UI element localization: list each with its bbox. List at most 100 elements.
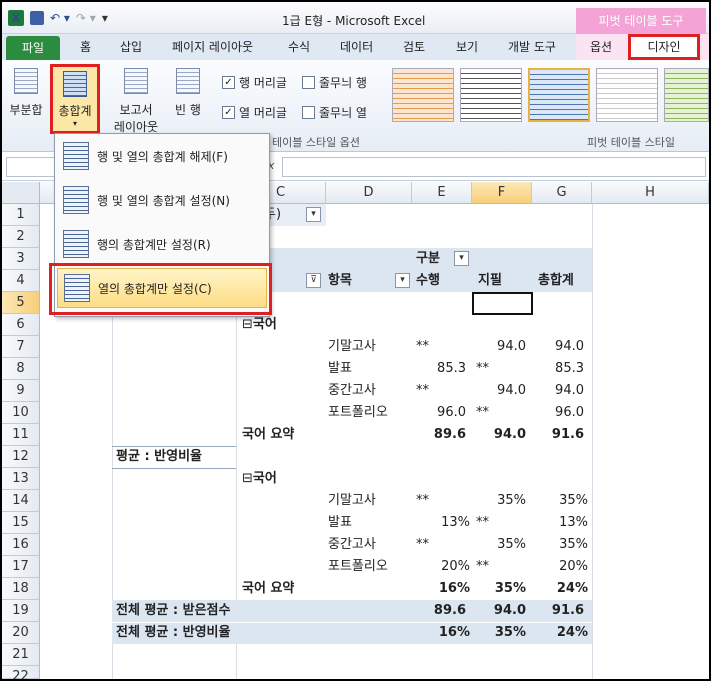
ribbon-tabs: 파일 홈 삽입 페이지 레이아웃 수식 데이터 검토 보기 개발 도구 옵션 디… [2, 34, 709, 60]
row-header[interactable]: 17 [2, 556, 40, 578]
gridline [592, 204, 593, 679]
column-header-h[interactable]: H [592, 182, 709, 204]
grid-icon [63, 142, 89, 170]
style-swatch-blue-selected[interactable] [528, 68, 590, 122]
column-header-f[interactable]: F [472, 182, 532, 204]
report-layout-label-1: 보고서 [119, 103, 153, 117]
active-cell[interactable] [472, 292, 533, 315]
tab-developer[interactable]: 개발 도구 [508, 38, 556, 55]
formula-input[interactable] [282, 157, 706, 177]
row-header[interactable]: 1 [2, 204, 40, 226]
report-layout-button[interactable]: 보고서 레이아웃 [108, 68, 164, 135]
save-icon[interactable] [30, 11, 44, 25]
banded-rows-checkbox[interactable] [302, 76, 315, 89]
menu-item-rows-only[interactable]: 행의 총합계만 설정(R) [57, 224, 267, 264]
banded-cols-option[interactable]: 줄무늬 열 [302, 104, 367, 121]
dropdown-arrow-icon: ▾ [72, 119, 77, 128]
row-header[interactable]: 10 [2, 402, 40, 424]
filter-active-icon: ⊽ [306, 273, 321, 288]
value-cell: 94.0 [555, 383, 584, 398]
blank-rows-label: 빈 행 [175, 103, 201, 117]
menu-item-on-rows-cols[interactable]: 행 및 열의 총합계 설정(N) [57, 180, 267, 220]
blank-rows-button[interactable]: 빈 행 [168, 68, 208, 118]
grand-totals-button[interactable]: 총합계 ▾ [50, 64, 100, 134]
row-header[interactable]: 3 [2, 248, 40, 270]
grand-total-value: 94.0 [493, 603, 526, 618]
col-headers-option[interactable]: ✓ 열 머리글 [222, 104, 287, 121]
column-header-e[interactable]: E [412, 182, 472, 204]
style-swatch-gray[interactable] [460, 68, 522, 122]
row-header[interactable]: 11 [2, 424, 40, 446]
collapse-icon[interactable]: ⊟ [242, 471, 253, 486]
style-swatch-green[interactable] [664, 68, 709, 122]
style-options-group-label: 테이블 스타일 옵션 [272, 136, 360, 149]
row-header[interactable]: 2 [2, 226, 40, 248]
item-name: 발표 [328, 515, 352, 530]
banded-rows-option[interactable]: 줄무늬 행 [302, 74, 367, 91]
row-headers-option[interactable]: ✓ 행 머리글 [222, 74, 287, 91]
value-cell: 94.0 [497, 339, 526, 354]
style-swatch-orange[interactable] [392, 68, 454, 122]
gubun-filter-button[interactable]: ▾ [454, 248, 469, 270]
menu-item-off-rows-cols[interactable]: 행 및 열의 총합계 해제(F) [57, 136, 267, 176]
filter-dropdown-button[interactable]: ▾ [306, 204, 321, 226]
banded-cols-checkbox[interactable] [302, 106, 315, 119]
tab-data[interactable]: 데이터 [340, 38, 373, 55]
group-subject[interactable]: ⊟국어 [242, 468, 277, 490]
blank-rows-icon [176, 68, 200, 94]
row-field-filter-button[interactable]: ⊽ [306, 270, 321, 292]
row-header[interactable]: 18 [2, 578, 40, 600]
col-headers-checkbox[interactable]: ✓ [222, 106, 235, 119]
tab-view[interactable]: 보기 [456, 38, 478, 55]
tab-insert[interactable]: 삽입 [120, 38, 142, 55]
row-header[interactable]: 9 [2, 380, 40, 402]
tab-page-layout[interactable]: 페이지 레이아웃 [172, 38, 253, 55]
row-header[interactable]: 19 [2, 600, 40, 622]
value-cell: 35% [559, 493, 588, 508]
value-cell: ** [416, 537, 429, 552]
dropdown-arrow-icon: ▾ [454, 251, 469, 266]
col-header-suhaeng: 수행 [416, 273, 440, 288]
value-cell: ** [416, 493, 429, 508]
select-all-corner[interactable] [2, 182, 40, 204]
subtotal-icon [14, 68, 38, 94]
quick-access-toolbar: X ↶ ▾ ↷ ▾ ▾ [8, 10, 108, 26]
collapse-icon[interactable]: ⊟ [242, 317, 253, 332]
summary-value: 89.6 [433, 427, 466, 442]
row-header[interactable]: 6 [2, 314, 40, 336]
tab-formulas[interactable]: 수식 [288, 38, 310, 55]
tab-home[interactable]: 홈 [80, 38, 91, 55]
group-subject[interactable]: ⊟국어 [242, 314, 277, 336]
subtotal-button[interactable]: 부분합 [6, 68, 46, 118]
row-header[interactable]: 16 [2, 534, 40, 556]
hangmok-filter-button[interactable]: ▾ [395, 270, 410, 292]
row-header[interactable]: 20 [2, 622, 40, 644]
redo-icon[interactable]: ↷ ▾ [76, 11, 96, 25]
tab-review[interactable]: 검토 [403, 38, 425, 55]
row-header[interactable]: 21 [2, 644, 40, 666]
row-header[interactable]: 12 [2, 446, 40, 468]
value-cell: ** [476, 361, 489, 376]
group-summary-label: 국어 요약 [242, 427, 295, 442]
column-header-g[interactable]: G [532, 182, 592, 204]
tab-design[interactable]: 디자인 [628, 34, 700, 60]
pivot-styles-group-label: 피벗 테이블 스타일 [587, 136, 675, 149]
row-header[interactable]: 13 [2, 468, 40, 490]
row-header[interactable]: 22 [2, 666, 40, 679]
grid-icon [63, 186, 89, 214]
row-header[interactable]: 14 [2, 490, 40, 512]
customize-qat-icon[interactable]: ▾ [102, 11, 108, 25]
row-header[interactable]: 15 [2, 512, 40, 534]
grand-total-value: 91.6 [551, 603, 584, 618]
style-swatch-light[interactable] [596, 68, 658, 122]
row-header[interactable]: 7 [2, 336, 40, 358]
tab-file[interactable]: 파일 [6, 36, 60, 60]
row-headers-checkbox[interactable]: ✓ [222, 76, 235, 89]
row-header[interactable]: 8 [2, 358, 40, 380]
excel-logo-icon: X [8, 10, 24, 26]
row-header[interactable]: 4 [2, 270, 40, 292]
column-header-d[interactable]: D [326, 182, 412, 204]
row-header[interactable]: 5 [2, 292, 40, 314]
tab-options[interactable]: 옵션 [590, 38, 612, 55]
undo-icon[interactable]: ↶ ▾ [50, 11, 70, 25]
